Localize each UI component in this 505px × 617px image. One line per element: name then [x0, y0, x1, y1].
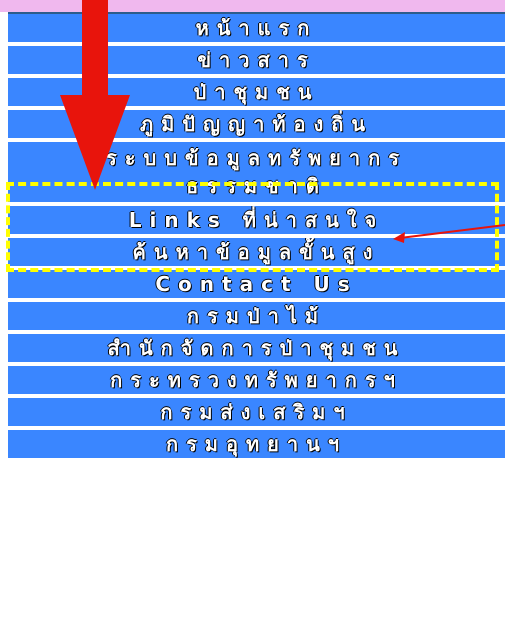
menu-item-natural-resources[interactable]: ระบบข้อมูลทรัพยากร ธรรมชาติ — [8, 142, 505, 202]
top-border — [0, 0, 505, 14]
menu-item-news[interactable]: ข่าวสาร — [8, 46, 505, 74]
menu-item-community-forest-office[interactable]: สำนักจัดการป่าชุมชน — [8, 334, 505, 362]
menu-item-home[interactable]: หน้าแรก — [8, 14, 505, 42]
menu-item-natural-resources-line2: ธรรมชาติ — [186, 174, 327, 198]
menu-item-advanced-search[interactable]: ค้นหาข้อมูลขั้นสูง — [8, 238, 505, 266]
menu-item-natural-resources-line1: ระบบข้อมูลทรัพยากร — [106, 146, 407, 170]
left-margin — [0, 12, 8, 617]
menu-item-royal-forest-dept[interactable]: กรมป่าไม้ — [8, 302, 505, 330]
menu-item-contact-us[interactable]: Contact Us — [8, 270, 505, 298]
menu-item-promotion-dept[interactable]: กรมส่งเสริมฯ — [8, 398, 505, 426]
side-menu: หน้าแรก ข่าวสาร ป่าชุมชน ภูมิปัญญาท้องถิ… — [8, 14, 505, 462]
menu-item-links[interactable]: Links ที่น่าสนใจ — [8, 206, 505, 234]
menu-item-national-park-dept[interactable]: กรมอุทยานฯ — [8, 430, 505, 458]
menu-item-community-forest[interactable]: ป่าชุมชน — [8, 78, 505, 106]
menu-item-ministry-resources[interactable]: กระทรวงทรัพยากรฯ — [8, 366, 505, 394]
menu-item-local-wisdom[interactable]: ภูมิปัญญาท้องถิ่น — [8, 110, 505, 138]
